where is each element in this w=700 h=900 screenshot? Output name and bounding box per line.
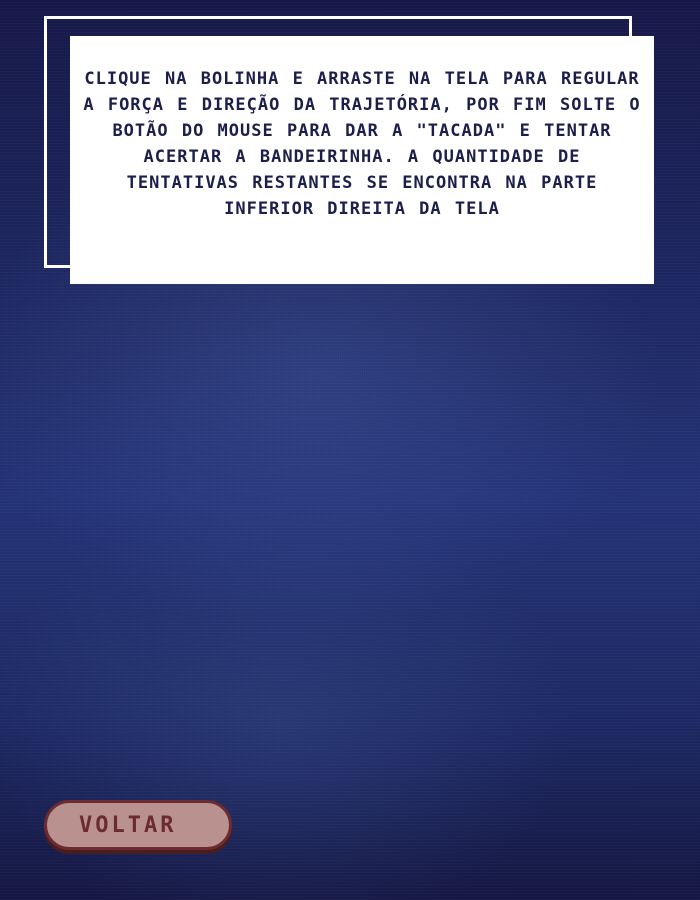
instructions-text: CLIQUE NA BOLINHA E ARRASTE NA TELA PARA… [83, 69, 641, 219]
instructions-panel: CLIQUE NA BOLINHA E ARRASTE NA TELA PARA… [70, 36, 654, 284]
back-button[interactable]: VOLTAR [44, 800, 232, 850]
